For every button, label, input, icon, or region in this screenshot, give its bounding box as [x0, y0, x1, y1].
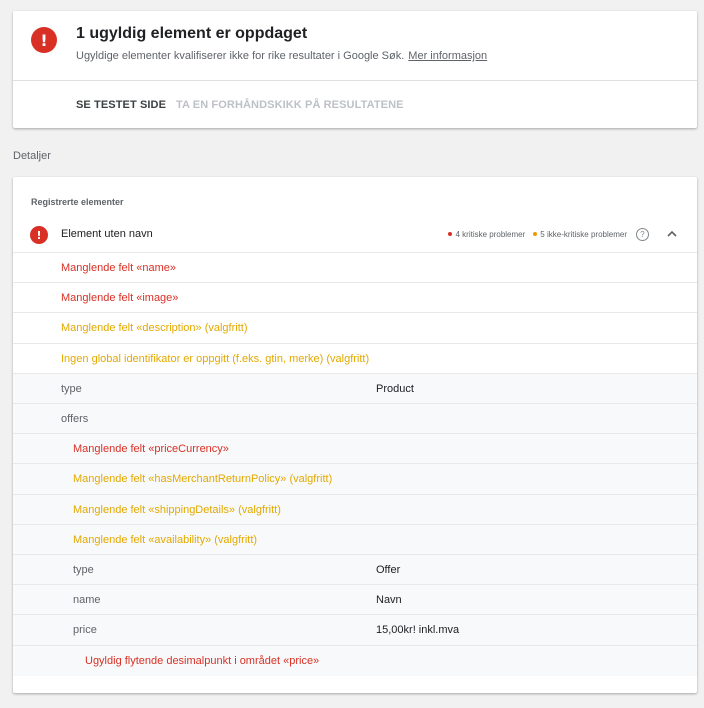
error-row: Manglende felt «priceCurrency»	[13, 433, 697, 465]
warning-message: Manglende felt «shippingDetails» (valgfr…	[73, 503, 281, 516]
property-value: 15,00kr! inkl.mva	[376, 624, 460, 637]
error-message: Ugyldig flytende desimalpunkt i området …	[85, 654, 320, 667]
warning-row: Ingen global identifikator er oppgitt (f…	[13, 342, 697, 374]
warning-row: Manglende felt «availability» (valgfritt…	[13, 523, 697, 555]
property-row: offers	[13, 403, 697, 434]
chevron-up-icon[interactable]	[665, 227, 679, 241]
property-row: name Navn	[13, 584, 697, 616]
property-value: Navn	[376, 594, 402, 607]
property-key: offers	[61, 413, 89, 425]
critical-dot	[448, 231, 453, 236]
property-key: name	[73, 594, 101, 607]
error-row: Manglende felt «image»	[13, 282, 697, 313]
warning-row: Manglende felt «shippingDetails» (valgfr…	[13, 493, 697, 525]
property-value: Product	[376, 382, 414, 395]
error-message: Manglende felt «priceCurrency»	[73, 443, 229, 456]
warning-message: Manglende felt «hasMerchantReturnPolicy»…	[73, 473, 333, 486]
property-row: type Product	[13, 372, 697, 404]
summary-subtitle: Ugyldige elementer kvalifiserer ikke for…	[76, 50, 487, 62]
help-icon[interactable]: ?	[636, 228, 649, 241]
error-row: Manglende felt «name»	[13, 252, 697, 283]
property-value: Offer	[376, 564, 401, 576]
warning-message: Manglende felt «availability» (valgfritt…	[73, 533, 258, 546]
item-title[interactable]: Element uten navn	[61, 228, 153, 240]
noncritical-dot	[533, 231, 538, 236]
critical-count: 4 kritiske problemer	[455, 230, 526, 239]
tab-tested-page[interactable]: SE TESTET SIDE	[76, 99, 166, 111]
section-label: Registrerte elementer	[31, 197, 124, 207]
warning-message: Manglende felt «description» (valgfritt)	[61, 322, 248, 335]
details-heading: Detaljer	[13, 150, 51, 162]
warning-row: Manglende felt «description» (valgfritt)	[13, 312, 697, 343]
error-message: Manglende felt «name»	[61, 262, 176, 274]
more-info-link[interactable]: Mer informasjon	[408, 50, 487, 62]
property-row: price 15,00kr! inkl.mva	[13, 614, 697, 646]
detected-items-card: Registrerte elementer ! Element uten nav…	[13, 177, 697, 693]
property-key: type	[61, 382, 82, 395]
issue-summary: 4 kritiske problemer 5 ikke-kritiske prob…	[448, 230, 627, 239]
warning-row: Manglende felt «hasMerchantReturnPolicy»…	[13, 463, 697, 495]
summary-card: ! 1 ugyldig element er oppdaget Ugyldige…	[13, 11, 697, 128]
warning-message: Ingen global identifikator er oppgitt (f…	[61, 352, 370, 365]
divider	[13, 80, 697, 81]
summary-subtitle-text: Ugyldige elementer kvalifiserer ikke for…	[76, 50, 405, 62]
summary-title: 1 ugyldig element er oppdaget	[76, 25, 308, 42]
error-icon: !	[30, 226, 48, 244]
error-row: Ugyldig flytende desimalpunkt i området …	[13, 644, 697, 676]
property-row: type Offer	[13, 554, 697, 585]
tab-preview-results[interactable]: TA EN FORHÅNDSKIKK PÅ RESULTATENE	[176, 99, 404, 111]
error-message: Manglende felt «image»	[61, 292, 179, 305]
noncritical-count: 5 ikke-kritiske problemer	[540, 230, 627, 239]
error-icon: !	[31, 27, 57, 53]
property-key: price	[73, 624, 97, 637]
property-key: type	[73, 564, 94, 576]
